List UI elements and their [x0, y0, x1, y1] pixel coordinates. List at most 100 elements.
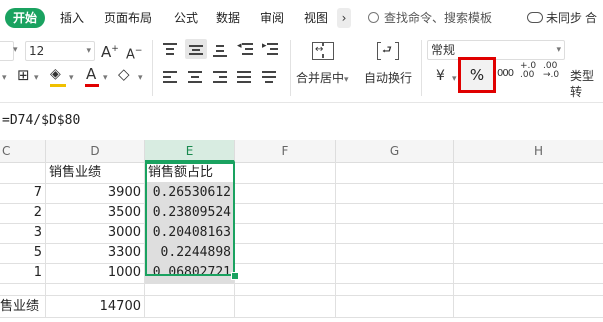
border-dropdown-icon[interactable]: ▾	[34, 70, 39, 86]
font-size-select[interactable]: 12 ▾	[25, 41, 95, 61]
align-middle-icon[interactable]	[185, 39, 207, 59]
cell-f[interactable]	[235, 242, 336, 264]
cell-e[interactable]: 0.06802721	[145, 262, 235, 284]
cell-e[interactable]: 0.20408163	[145, 222, 235, 244]
align-bottom-icon[interactable]	[213, 41, 229, 57]
tab-page-layout[interactable]: 页面布局	[104, 8, 152, 28]
cell-f[interactable]	[235, 296, 336, 318]
cell-c[interactable]	[0, 282, 46, 296]
column-header-e[interactable]: E	[145, 140, 235, 162]
currency-icon[interactable]: ¥	[436, 68, 445, 84]
cell-e[interactable]: 0.23809524	[145, 202, 235, 224]
column-header-h[interactable]: H	[454, 140, 603, 162]
align-top-icon[interactable]	[163, 41, 179, 57]
clear-dropdown-icon[interactable]: ▾	[138, 70, 143, 86]
align-center-icon[interactable]	[188, 69, 204, 85]
formula-text[interactable]: =D74/$D$80	[2, 113, 80, 128]
tab-formulas[interactable]: 公式	[174, 8, 198, 28]
align-left-icon[interactable]	[163, 69, 179, 85]
cell-c[interactable]: 2	[0, 202, 46, 224]
justify-icon[interactable]	[237, 69, 253, 85]
cell-f[interactable]	[235, 162, 336, 184]
column-header-c[interactable]: C	[0, 140, 46, 162]
currency-dropdown-icon[interactable]: ▾	[452, 71, 457, 87]
increase-decimal-icon[interactable]: +.0 .00	[520, 62, 540, 80]
cell-d-header[interactable]: 销售业绩	[46, 162, 145, 184]
column-header-bar: C D E F G H	[0, 140, 603, 163]
number-format-select[interactable]: 常规 ▾	[427, 40, 565, 60]
cell-d[interactable]: 3500	[46, 202, 145, 224]
merge-center-button[interactable]: 合并居中▾	[296, 70, 349, 88]
toolbar-divider	[421, 40, 422, 96]
tab-view[interactable]: 视图	[304, 8, 328, 28]
wrap-text-label[interactable]: 自动换行	[364, 70, 412, 86]
decrease-indent-icon[interactable]: ◂	[237, 41, 253, 57]
cell-f[interactable]	[235, 262, 336, 284]
share-button[interactable]: 合	[585, 8, 597, 28]
column-header-g[interactable]: G	[336, 140, 454, 162]
cell-c[interactable]: 1	[0, 262, 46, 284]
tab-review[interactable]: 审阅	[260, 8, 284, 28]
align-right-icon[interactable]	[213, 69, 229, 85]
tab-home[interactable]: 开始	[5, 8, 46, 28]
comma-style-icon[interactable]: 000	[497, 66, 514, 82]
fill-color-icon[interactable]: ◈	[50, 66, 61, 82]
formula-bar[interactable]: =D74/$D$80	[0, 102, 603, 142]
font-name-dropdown-icon[interactable]: ▾	[13, 42, 18, 58]
distributed-align-icon[interactable]	[262, 69, 278, 85]
cell-d[interactable]: 3000	[46, 222, 145, 244]
column-header-d[interactable]: D	[46, 140, 145, 162]
cell-c-total-label[interactable]: 售业绩	[0, 296, 46, 318]
merge-center-icon[interactable]: ↔	[312, 42, 334, 60]
clear-format-eraser-icon[interactable]: ◇	[118, 66, 130, 82]
font-color-icon[interactable]: A	[86, 66, 96, 82]
font-color-dropdown-icon[interactable]: ▾	[103, 70, 108, 86]
cell-g[interactable]	[336, 222, 454, 244]
cell-g[interactable]	[336, 162, 454, 184]
wrap-text-icon[interactable]: ⮐	[377, 42, 399, 60]
cell-f[interactable]	[235, 282, 336, 296]
cell-g[interactable]	[336, 202, 454, 224]
cell-e-header[interactable]: 销售额占比	[145, 162, 235, 184]
toolbar-divider	[152, 40, 153, 96]
cell-c[interactable]	[0, 162, 46, 184]
column-header-f[interactable]: F	[235, 140, 336, 162]
command-search[interactable]: 查找命令、搜索模板	[368, 8, 492, 28]
number-format-value: 常规	[431, 43, 456, 57]
type-convert-button[interactable]: 类型转	[570, 68, 603, 100]
cell-f[interactable]	[235, 222, 336, 244]
percent-style-button[interactable]: %	[458, 57, 496, 93]
cell-g[interactable]	[336, 296, 454, 318]
cell-g[interactable]	[336, 282, 454, 296]
fill-handle[interactable]	[231, 272, 239, 280]
underline-dropdown-icon[interactable]: ▾	[2, 70, 7, 86]
decrease-decimal-icon[interactable]: .00 →.0	[543, 62, 565, 80]
cell-d[interactable]	[46, 282, 145, 296]
cell-e[interactable]	[145, 296, 235, 318]
font-name-select[interactable]	[0, 41, 14, 61]
cell-f[interactable]	[235, 202, 336, 224]
tab-insert[interactable]: 插入	[60, 8, 84, 28]
cell-e[interactable]: 0.2244898	[145, 242, 235, 264]
cell-d[interactable]: 3300	[46, 242, 145, 264]
cell-e[interactable]: 0.26530612	[145, 182, 235, 204]
cell-g[interactable]	[336, 182, 454, 204]
cell-d[interactable]: 3900	[46, 182, 145, 204]
cell-g[interactable]	[336, 262, 454, 284]
increase-indent-icon[interactable]: ▸	[262, 41, 278, 57]
border-icon[interactable]: ⊞	[17, 67, 30, 83]
cell-d[interactable]: 1000	[46, 262, 145, 284]
cell-g[interactable]	[336, 242, 454, 264]
more-tabs-chevron-icon[interactable]: ›	[337, 8, 351, 28]
cell-e[interactable]	[145, 282, 235, 296]
cell-c[interactable]: 3	[0, 222, 46, 244]
cell-c[interactable]: 7	[0, 182, 46, 204]
decrease-font-size-icon[interactable]: A−	[126, 43, 142, 63]
tab-data[interactable]: 数据	[216, 8, 240, 28]
fill-color-dropdown-icon[interactable]: ▾	[69, 70, 74, 86]
sync-status[interactable]: 未同步	[527, 8, 582, 28]
cell-d-total[interactable]: 14700	[46, 296, 145, 318]
cell-f[interactable]	[235, 182, 336, 204]
cell-c[interactable]: 5	[0, 242, 46, 264]
increase-font-size-icon[interactable]: A+	[101, 41, 119, 60]
